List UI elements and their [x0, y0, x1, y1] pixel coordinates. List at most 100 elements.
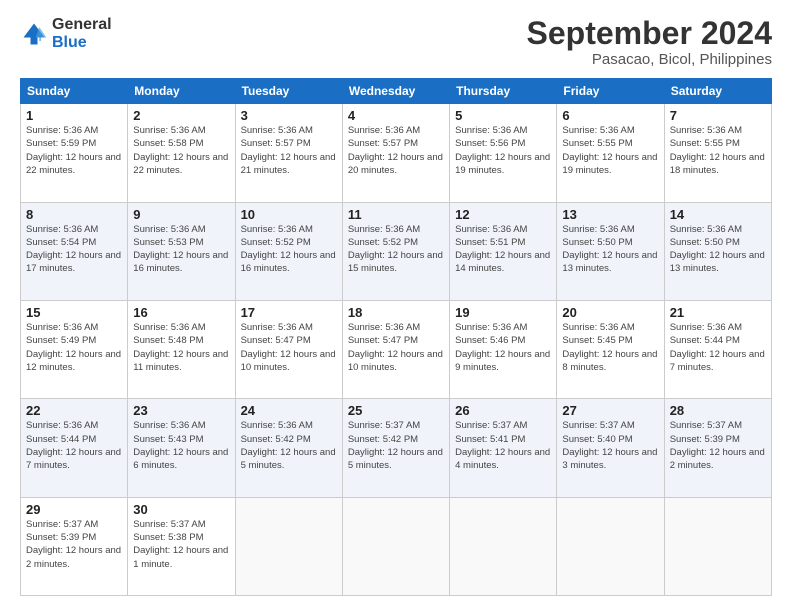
day-detail: Sunrise: 5:36 AM Sunset: 5:59 PM Dayligh…: [26, 124, 122, 177]
table-row: 9 Sunrise: 5:36 AM Sunset: 5:53 PM Dayli…: [128, 202, 235, 300]
table-row: 27 Sunrise: 5:37 AM Sunset: 5:40 PM Dayl…: [557, 399, 664, 497]
calendar-week-row: 29 Sunrise: 5:37 AM Sunset: 5:39 PM Dayl…: [21, 497, 772, 595]
main-title: September 2024: [527, 16, 772, 51]
day-detail: Sunrise: 5:36 AM Sunset: 5:50 PM Dayligh…: [562, 223, 658, 276]
table-row: 8 Sunrise: 5:36 AM Sunset: 5:54 PM Dayli…: [21, 202, 128, 300]
day-number: 26: [455, 403, 551, 418]
day-detail: Sunrise: 5:37 AM Sunset: 5:39 PM Dayligh…: [670, 419, 766, 472]
col-friday: Friday: [557, 79, 664, 104]
day-number: 5: [455, 108, 551, 123]
day-detail: Sunrise: 5:36 AM Sunset: 5:58 PM Dayligh…: [133, 124, 229, 177]
logo: General Blue: [20, 16, 112, 53]
empty-cell: [342, 497, 449, 595]
calendar-table: Sunday Monday Tuesday Wednesday Thursday…: [20, 78, 772, 596]
day-detail: Sunrise: 5:36 AM Sunset: 5:44 PM Dayligh…: [670, 321, 766, 374]
col-monday: Monday: [128, 79, 235, 104]
day-number: 29: [26, 502, 122, 517]
day-number: 28: [670, 403, 766, 418]
table-row: 21 Sunrise: 5:36 AM Sunset: 5:44 PM Dayl…: [664, 300, 771, 398]
table-row: 28 Sunrise: 5:37 AM Sunset: 5:39 PM Dayl…: [664, 399, 771, 497]
table-row: 3 Sunrise: 5:36 AM Sunset: 5:57 PM Dayli…: [235, 104, 342, 202]
table-row: 15 Sunrise: 5:36 AM Sunset: 5:49 PM Dayl…: [21, 300, 128, 398]
day-number: 9: [133, 207, 229, 222]
day-detail: Sunrise: 5:37 AM Sunset: 5:40 PM Dayligh…: [562, 419, 658, 472]
table-row: 19 Sunrise: 5:36 AM Sunset: 5:46 PM Dayl…: [450, 300, 557, 398]
day-detail: Sunrise: 5:36 AM Sunset: 5:57 PM Dayligh…: [348, 124, 444, 177]
day-detail: Sunrise: 5:37 AM Sunset: 5:39 PM Dayligh…: [26, 518, 122, 571]
table-row: 2 Sunrise: 5:36 AM Sunset: 5:58 PM Dayli…: [128, 104, 235, 202]
day-number: 25: [348, 403, 444, 418]
day-number: 15: [26, 305, 122, 320]
calendar-week-row: 22 Sunrise: 5:36 AM Sunset: 5:44 PM Dayl…: [21, 399, 772, 497]
day-number: 20: [562, 305, 658, 320]
table-row: 30 Sunrise: 5:37 AM Sunset: 5:38 PM Dayl…: [128, 497, 235, 595]
day-detail: Sunrise: 5:36 AM Sunset: 5:52 PM Dayligh…: [348, 223, 444, 276]
day-detail: Sunrise: 5:36 AM Sunset: 5:47 PM Dayligh…: [241, 321, 337, 374]
day-number: 21: [670, 305, 766, 320]
calendar-week-row: 1 Sunrise: 5:36 AM Sunset: 5:59 PM Dayli…: [21, 104, 772, 202]
col-thursday: Thursday: [450, 79, 557, 104]
day-number: 14: [670, 207, 766, 222]
table-row: 1 Sunrise: 5:36 AM Sunset: 5:59 PM Dayli…: [21, 104, 128, 202]
day-detail: Sunrise: 5:36 AM Sunset: 5:42 PM Dayligh…: [241, 419, 337, 472]
table-row: 17 Sunrise: 5:36 AM Sunset: 5:47 PM Dayl…: [235, 300, 342, 398]
empty-cell: [557, 497, 664, 595]
day-number: 22: [26, 403, 122, 418]
header-row: General Blue September 2024 Pasacao, Bic…: [20, 16, 772, 68]
day-number: 13: [562, 207, 658, 222]
day-number: 19: [455, 305, 551, 320]
table-row: 11 Sunrise: 5:36 AM Sunset: 5:52 PM Dayl…: [342, 202, 449, 300]
day-number: 10: [241, 207, 337, 222]
day-detail: Sunrise: 5:37 AM Sunset: 5:41 PM Dayligh…: [455, 419, 551, 472]
table-row: 6 Sunrise: 5:36 AM Sunset: 5:55 PM Dayli…: [557, 104, 664, 202]
day-detail: Sunrise: 5:36 AM Sunset: 5:55 PM Dayligh…: [670, 124, 766, 177]
day-detail: Sunrise: 5:36 AM Sunset: 5:50 PM Dayligh…: [670, 223, 766, 276]
col-tuesday: Tuesday: [235, 79, 342, 104]
day-number: 18: [348, 305, 444, 320]
day-detail: Sunrise: 5:36 AM Sunset: 5:46 PM Dayligh…: [455, 321, 551, 374]
day-number: 16: [133, 305, 229, 320]
day-number: 3: [241, 108, 337, 123]
col-wednesday: Wednesday: [342, 79, 449, 104]
table-row: 4 Sunrise: 5:36 AM Sunset: 5:57 PM Dayli…: [342, 104, 449, 202]
table-row: 14 Sunrise: 5:36 AM Sunset: 5:50 PM Dayl…: [664, 202, 771, 300]
day-detail: Sunrise: 5:37 AM Sunset: 5:38 PM Dayligh…: [133, 518, 229, 571]
table-row: 13 Sunrise: 5:36 AM Sunset: 5:50 PM Dayl…: [557, 202, 664, 300]
day-number: 1: [26, 108, 122, 123]
day-number: 23: [133, 403, 229, 418]
day-number: 24: [241, 403, 337, 418]
table-row: 26 Sunrise: 5:37 AM Sunset: 5:41 PM Dayl…: [450, 399, 557, 497]
day-detail: Sunrise: 5:36 AM Sunset: 5:56 PM Dayligh…: [455, 124, 551, 177]
calendar-header-row: Sunday Monday Tuesday Wednesday Thursday…: [21, 79, 772, 104]
table-row: 12 Sunrise: 5:36 AM Sunset: 5:51 PM Dayl…: [450, 202, 557, 300]
day-detail: Sunrise: 5:36 AM Sunset: 5:51 PM Dayligh…: [455, 223, 551, 276]
day-detail: Sunrise: 5:36 AM Sunset: 5:47 PM Dayligh…: [348, 321, 444, 374]
day-number: 27: [562, 403, 658, 418]
day-detail: Sunrise: 5:37 AM Sunset: 5:42 PM Dayligh…: [348, 419, 444, 472]
day-detail: Sunrise: 5:36 AM Sunset: 5:44 PM Dayligh…: [26, 419, 122, 472]
logo-text: General Blue: [52, 16, 112, 53]
empty-cell: [450, 497, 557, 595]
subtitle: Pasacao, Bicol, Philippines: [527, 51, 772, 68]
calendar-week-row: 15 Sunrise: 5:36 AM Sunset: 5:49 PM Dayl…: [21, 300, 772, 398]
day-detail: Sunrise: 5:36 AM Sunset: 5:55 PM Dayligh…: [562, 124, 658, 177]
day-detail: Sunrise: 5:36 AM Sunset: 5:49 PM Dayligh…: [26, 321, 122, 374]
day-detail: Sunrise: 5:36 AM Sunset: 5:53 PM Dayligh…: [133, 223, 229, 276]
col-sunday: Sunday: [21, 79, 128, 104]
calendar-week-row: 8 Sunrise: 5:36 AM Sunset: 5:54 PM Dayli…: [21, 202, 772, 300]
table-row: 25 Sunrise: 5:37 AM Sunset: 5:42 PM Dayl…: [342, 399, 449, 497]
table-row: 29 Sunrise: 5:37 AM Sunset: 5:39 PM Dayl…: [21, 497, 128, 595]
title-block: September 2024 Pasacao, Bicol, Philippin…: [527, 16, 772, 68]
logo-blue: Blue: [52, 34, 87, 51]
empty-cell: [235, 497, 342, 595]
table-row: 24 Sunrise: 5:36 AM Sunset: 5:42 PM Dayl…: [235, 399, 342, 497]
day-number: 6: [562, 108, 658, 123]
table-row: 16 Sunrise: 5:36 AM Sunset: 5:48 PM Dayl…: [128, 300, 235, 398]
col-saturday: Saturday: [664, 79, 771, 104]
day-number: 12: [455, 207, 551, 222]
day-number: 4: [348, 108, 444, 123]
day-number: 7: [670, 108, 766, 123]
page: General Blue September 2024 Pasacao, Bic…: [0, 0, 792, 612]
day-detail: Sunrise: 5:36 AM Sunset: 5:43 PM Dayligh…: [133, 419, 229, 472]
day-number: 8: [26, 207, 122, 222]
